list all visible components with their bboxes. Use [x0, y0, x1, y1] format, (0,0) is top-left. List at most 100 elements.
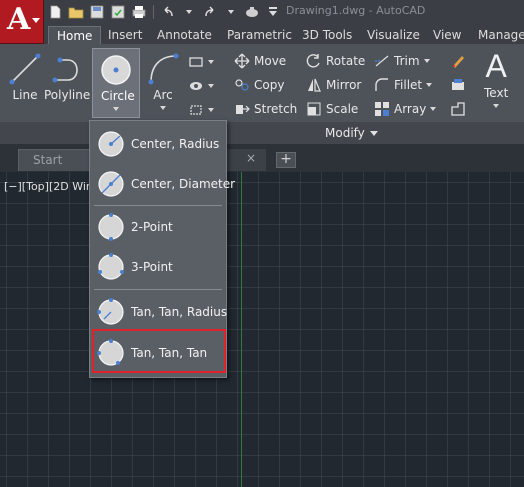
save-as-icon[interactable] [109, 3, 127, 21]
tab-home[interactable]: Home [48, 26, 102, 44]
region-icon [190, 105, 202, 115]
circle-label: Circle [101, 89, 135, 103]
quick-access-toolbar [46, 2, 282, 22]
fillet-button[interactable]: Fillet [374, 75, 433, 95]
application-menu-button[interactable]: A [0, 0, 44, 44]
move-button[interactable]: Move [234, 51, 286, 71]
arc-label: Arc [153, 88, 173, 102]
start-tab[interactable]: Start [18, 149, 90, 171]
scale-label: Scale [326, 102, 359, 116]
trim-label: Trim [394, 54, 420, 68]
modify-panel-caret-icon[interactable] [370, 131, 378, 136]
rectangle-icon [189, 57, 203, 67]
erase-tool[interactable] [450, 51, 466, 71]
mirror-label: Mirror [326, 78, 362, 92]
menu-item-2-point[interactable]: 2-Point [94, 209, 222, 245]
arc-icon [148, 53, 179, 85]
start-tab-label: Start [33, 153, 63, 167]
tab-annotate[interactable]: Annotate [157, 26, 212, 44]
array-button[interactable]: Array [374, 99, 437, 119]
line-button[interactable]: Line [8, 52, 42, 102]
trim-button[interactable]: Trim [374, 51, 430, 71]
trim-caret-icon [423, 59, 430, 63]
share-icon[interactable] [243, 3, 261, 21]
title-bar: Drawing1.dwg - AutoCAD [0, 0, 524, 24]
mirror-button[interactable]: Mirror [306, 75, 361, 95]
customize-qat-icon[interactable] [264, 3, 282, 21]
menu-item-label: Center, Radius [131, 137, 220, 151]
region-caret-icon [208, 108, 214, 112]
stretch-button[interactable]: Stretch [234, 99, 297, 119]
ribbon-panel-titles [0, 122, 524, 144]
undo-icon[interactable] [159, 3, 177, 21]
new-tab-button[interactable]: + [276, 152, 296, 168]
circle-icon [101, 55, 131, 85]
copy-button[interactable]: Copy [234, 75, 284, 95]
polyline-label: Polyline [44, 88, 91, 102]
autocad-logo-icon: A [7, 2, 31, 37]
region-tool[interactable] [188, 100, 214, 120]
explode-tool[interactable] [450, 75, 466, 95]
rectangle-tool[interactable] [188, 52, 214, 72]
menu-item-label: 3-Point [131, 260, 173, 274]
line-label: Line [12, 88, 38, 102]
hatch-tool[interactable] [188, 76, 214, 96]
menu-item-center-diameter[interactable]: Center, Diameter [94, 166, 235, 202]
mirror-icon [308, 78, 321, 92]
menu-item-tan-tan-radius[interactable]: Tan, Tan, Radius [94, 294, 227, 330]
polyline-button[interactable]: Polyline [44, 52, 90, 102]
offset-tool[interactable] [450, 99, 466, 119]
array-icon [375, 102, 389, 116]
center-radius-icon [98, 131, 124, 157]
window-title: Drawing1.dwg - AutoCAD [286, 4, 426, 17]
circle-dropdown-caret-icon [113, 107, 119, 111]
offset-icon [451, 102, 465, 116]
move-icon [234, 53, 250, 69]
scale-icon [307, 102, 321, 116]
stretch-label: Stretch [254, 102, 298, 116]
hatch-caret-icon [208, 84, 214, 88]
arc-button[interactable]: Arc [146, 52, 180, 110]
tab-parametric[interactable]: Parametric [227, 26, 292, 44]
menu-item-label: 2-Point [131, 220, 173, 234]
fillet-icon [375, 78, 388, 91]
menu-divider [94, 289, 222, 290]
open-folder-icon[interactable] [67, 3, 85, 21]
redo-icon[interactable] [201, 3, 219, 21]
print-icon[interactable] [130, 3, 148, 21]
tab-3d-tools[interactable]: 3D Tools [302, 26, 352, 44]
rotate-button[interactable]: Rotate [306, 51, 365, 71]
tab-visualize[interactable]: Visualize [367, 26, 420, 44]
array-caret-icon [430, 107, 437, 111]
menu-item-3-point[interactable]: 3-Point [94, 249, 222, 285]
rectangle-caret-icon [208, 60, 214, 64]
redo-dropdown-icon[interactable] [222, 3, 240, 21]
tab-insert[interactable]: Insert [108, 26, 142, 44]
menu-item-label: Tan, Tan, Radius [131, 305, 228, 319]
close-tab-icon[interactable]: × [246, 151, 256, 165]
copy-icon [235, 79, 249, 91]
polyline-icon [52, 57, 78, 83]
arc-dropdown-caret-icon [160, 106, 166, 110]
save-icon[interactable] [88, 3, 106, 21]
three-point-icon [98, 253, 124, 280]
new-file-icon[interactable] [46, 3, 64, 21]
rotate-icon [306, 54, 320, 68]
viewport-controls[interactable]: [−][Top][2D Wire [4, 180, 97, 193]
drawing-canvas[interactable] [0, 172, 524, 487]
text-button[interactable]: A Text [484, 48, 508, 108]
scale-button[interactable]: Scale [306, 99, 358, 119]
fillet-caret-icon [426, 83, 433, 87]
menu-item-center-radius[interactable]: Center, Radius [94, 126, 222, 162]
tab-view[interactable]: View [433, 26, 461, 44]
rotate-label: Rotate [326, 54, 366, 68]
two-point-icon [98, 213, 124, 241]
modify-panel-label[interactable]: Modify [325, 126, 365, 140]
move-label: Move [254, 54, 287, 68]
undo-dropdown-icon[interactable] [180, 3, 198, 21]
copy-label: Copy [254, 78, 285, 92]
trim-icon [375, 55, 389, 67]
circle-button[interactable]: Circle [92, 48, 140, 118]
toolbar-divider [153, 5, 154, 19]
tab-manage[interactable]: Manage [478, 26, 524, 44]
